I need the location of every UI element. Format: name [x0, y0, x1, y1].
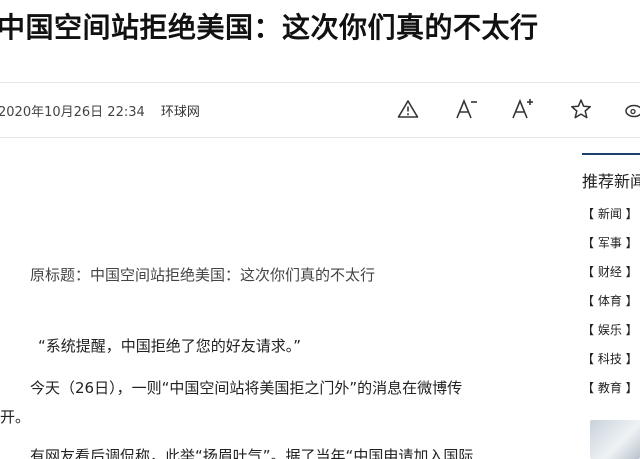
article-title: 中国空间站拒绝美国：这次你们真的不太行: [0, 11, 539, 44]
font-decrease-button[interactable]: [455, 96, 479, 122]
sidebar-category-finance[interactable]: 【 财经 】▪: [582, 263, 640, 280]
sidebar-category-tech[interactable]: 【 科技 】▪: [582, 350, 640, 367]
article-paragraph: 开。: [0, 408, 31, 426]
sidebar-category-news[interactable]: 【 新闻 】▪: [582, 205, 640, 222]
category-label: 【 体育 】: [582, 294, 638, 308]
star-icon: [570, 99, 592, 119]
sidebar-category-education[interactable]: 【 教育 】▪: [582, 379, 640, 396]
sidebar-thumbnail-image[interactable]: [590, 420, 640, 459]
font-decrease-icon: [456, 98, 477, 119]
category-label: 【 军事 】: [582, 236, 638, 250]
category-label: 【 新闻 】: [582, 207, 638, 221]
sidebar-category-entertainment[interactable]: 【 娱乐 】▪: [582, 321, 640, 338]
article-meta: 2020年10月26日 22:34 环球网: [0, 101, 200, 120]
warning-triangle-icon: [397, 100, 419, 118]
favorite-button[interactable]: [569, 96, 593, 122]
sidebar-category-military[interactable]: 【 军事 】▪: [582, 234, 640, 251]
article-paragraph: 今天（26日），一则“中国空间站将美国拒之门外”的消息在微博传: [30, 379, 463, 397]
category-label: 【 教育 】: [582, 381, 638, 395]
category-label: 【 娱乐 】: [582, 323, 638, 337]
sidebar-category-sports[interactable]: 【 体育 】▪: [582, 292, 640, 309]
share-weibo-button[interactable]: [624, 96, 640, 122]
source-link[interactable]: 环球网: [161, 105, 200, 120]
publish-date: 2020年10月26日 22:34: [0, 105, 145, 120]
weibo-icon: [625, 104, 640, 118]
category-label: 【 科技 】: [582, 352, 638, 366]
original-title-paragraph: 原标题：中国空间站拒绝美国：这次你们真的不太行: [30, 266, 376, 284]
font-increase-icon: [512, 98, 533, 119]
category-label: 【 财经 】: [582, 265, 638, 279]
sidebar-accent-bar: [582, 153, 640, 155]
article-paragraph: 有网友看后调侃称，此举“扬眉吐气”。据了当年“中国申请加入国际: [30, 447, 474, 459]
article-paragraph: “系统提醒，中国拒绝了您的好友请求。”: [38, 337, 302, 355]
toolbar-divider: [0, 137, 640, 138]
article-body: 原标题：中国空间站拒绝美国：这次你们真的不太行 “系统提醒，中国拒绝了您的好友请…: [0, 140, 560, 459]
header-divider: [0, 82, 640, 83]
font-increase-button[interactable]: [511, 96, 535, 122]
sidebar-heading: 推荐新闻: [582, 172, 640, 191]
report-button[interactable]: [396, 96, 420, 122]
